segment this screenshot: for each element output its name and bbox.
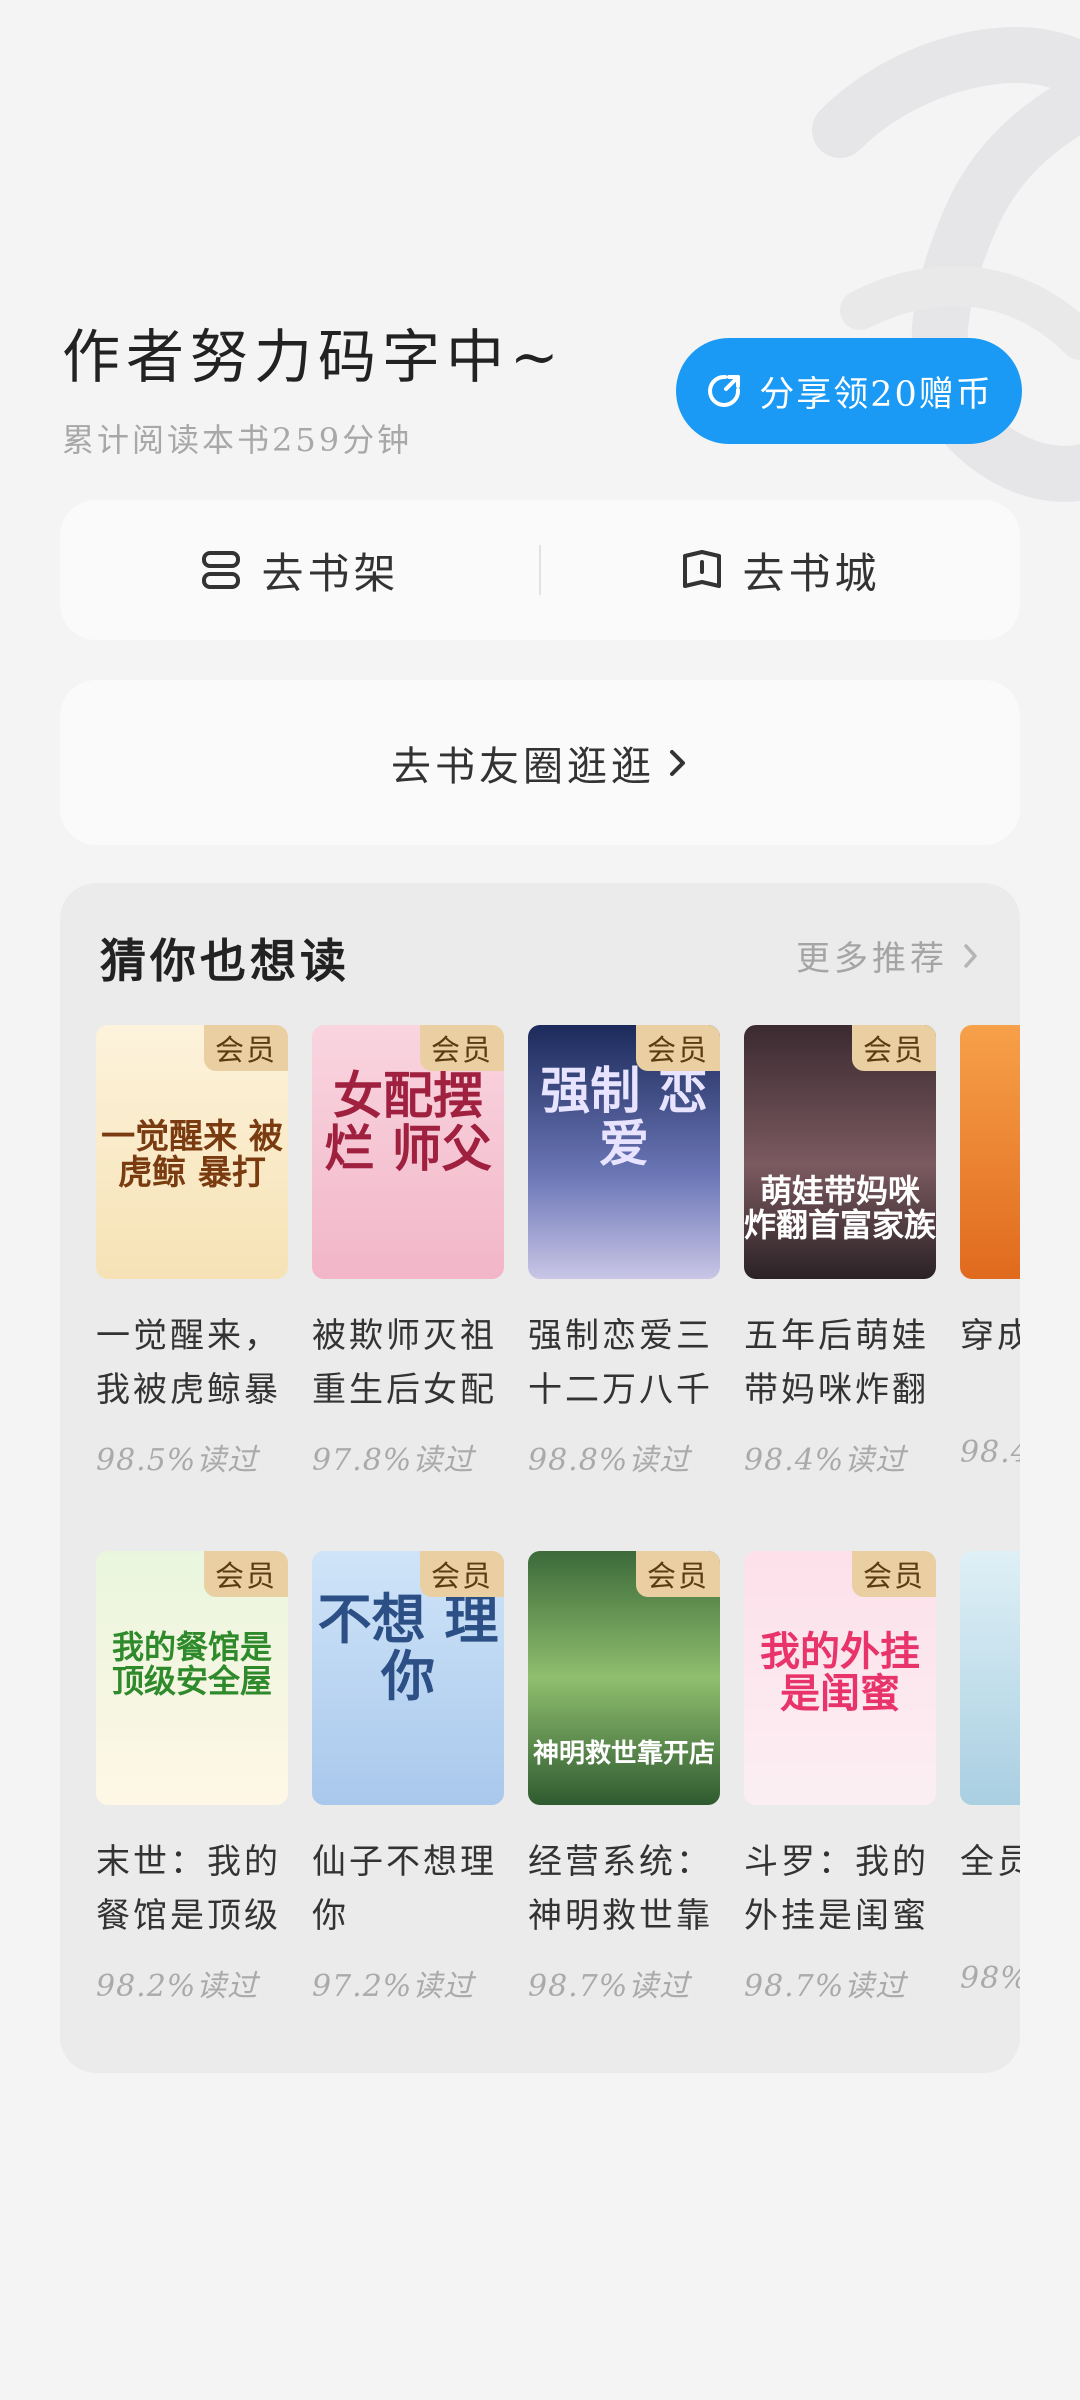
go-bookshelf-button[interactable]: 去书架 [60,540,539,601]
bookshelf-icon [199,548,243,592]
book-card[interactable]: 萌娃带妈咪 炸翻首富家族 会员 五年后萌娃带妈咪炸翻 98.4%读过 [744,1025,936,1479]
book-circle-button[interactable]: 去书友圈逛逛 [60,680,1020,845]
book-card[interactable]: 女配摆烂 师父 会员 被欺师灭祖重生后女配 97.8%读过 [312,1025,504,1479]
book-title: 全员场， [960,1842,1020,1882]
book-circle-label: 去书友圈逛逛 [391,743,655,790]
book-cover: 我的餐馆是 顶级安全屋 会员 [96,1551,288,1805]
read-rate: 98.7%读过 [528,1969,691,2004]
book-cover [960,1551,1020,1805]
read-rate: 98.5%读过 [96,1443,259,1478]
book-title: 斗罗：我的外挂是闺蜜 [744,1842,929,1936]
book-cover: 萌娃带妈咪 炸翻首富家族 会员 [744,1025,936,1279]
book-card[interactable]: 不想 理你 会员 仙子不想理你 97.2%读过 [312,1551,504,2005]
cover-text: 女配摆烂 师父 [324,1066,492,1178]
vip-badge: 会员 [636,1551,720,1597]
book-title: 末世：我的餐馆是顶级 [96,1842,281,1936]
vip-badge: 会员 [852,1025,936,1071]
read-rate: 98.4%读过 [744,1443,907,1478]
book-title: 经营系统：神明救世靠 [528,1842,713,1936]
book-card[interactable]: 我的餐馆是 顶级安全屋 会员 末世：我的餐馆是顶级 98.2%读过 [96,1551,288,2005]
vip-badge: 会员 [636,1025,720,1071]
cover-text: 我的外挂 是闺蜜 [760,1628,920,1717]
go-bookshelf-label: 去书架 [261,548,400,598]
read-rate: 98.2%读过 [96,1969,259,2004]
book-title: 强制恋爱三十二万八千 [528,1316,713,1410]
vip-badge: 会员 [420,1551,504,1597]
cover-text: 不想 理你 [317,1587,499,1708]
vip-badge: 会员 [420,1025,504,1071]
bookstore-icon [680,548,724,592]
go-bookstore-button[interactable]: 去书城 [541,540,1020,601]
book-cover: 神明救世靠开店 会员 [528,1551,720,1805]
book-row: 我的餐馆是 顶级安全屋 会员 末世：我的餐馆是顶级 98.2%读过 不想 理你 … [96,1551,1020,2021]
reading-stats: 累计阅读本书259分钟 [62,421,413,459]
cover-text: 我 [960,1105,1020,1168]
book-title: 五年后萌娃带妈咪炸翻 [744,1316,929,1410]
book-cover: 我的外挂 是闺蜜 会员 [744,1551,936,1805]
book-title: 被欺师灭祖重生后女配 [312,1316,497,1410]
book-cover: 女配摆烂 师父 会员 [312,1025,504,1279]
recommend-section: 猜你也想读 更多推荐 一觉醒来 被虎鲸 暴打 会员 一觉醒来，我被虎鲸暴 98.… [60,883,1020,2073]
cover-text: 我的餐馆是 顶级安全屋 [111,1628,272,1700]
read-rate: 98% [960,1961,1020,1996]
book-card[interactable]: 强制 恋爱 会员 强制恋爱三十二万八千 98.8%读过 [528,1025,720,1479]
go-bookstore-label: 去书城 [742,548,881,598]
chevron-right-icon [962,942,980,970]
vip-badge: 会员 [852,1551,936,1597]
book-card[interactable]: 一觉醒来 被虎鲸 暴打 会员 一觉醒来，我被虎鲸暴 98.5%读过 [96,1025,288,1479]
share-button[interactable]: 分享领20赠币 [676,338,1022,444]
cover-text: 萌娃带妈咪 炸翻首富家族 [744,1172,936,1244]
book-card[interactable]: 我 穿成我火 98.4 [960,1025,1020,1470]
share-icon [705,372,743,410]
update-status-title: 作者努力码字中~ [62,323,565,391]
chevron-right-icon [667,747,689,779]
vip-badge: 会员 [204,1551,288,1597]
recommend-title: 猜你也想读 [100,934,350,988]
read-rate: 97.8%读过 [312,1443,475,1478]
book-cover: 不想 理你 会员 [312,1551,504,1805]
book-title: 仙子不想理你 [312,1842,497,1936]
book-cover: 一觉醒来 被虎鲸 暴打 会员 [96,1025,288,1279]
book-title: 穿成我火 [960,1316,1020,1356]
more-recommend-label: 更多推荐 [796,939,948,979]
cover-text: 一觉醒来 被虎鲸 暴打 [101,1117,283,1193]
book-row: 一觉醒来 被虎鲸 暴打 会员 一觉醒来，我被虎鲸暴 98.5%读过 女配摆烂 师… [96,1025,1020,1495]
more-recommend-link[interactable]: 更多推荐 [796,931,980,980]
vip-badge: 会员 [204,1025,288,1071]
read-rate: 97.2%读过 [312,1969,475,2004]
book-card[interactable]: 全员场， 98% [960,1551,1020,1996]
cover-text: 强制 恋爱 [540,1061,708,1173]
book-title: 一觉醒来，我被虎鲸暴 [96,1316,281,1410]
read-rate: 98.4 [960,1435,1020,1470]
header: 作者努力码字中~ 累计阅读本书259分钟 分享领20赠币 [62,310,1022,470]
book-card[interactable]: 神明救世靠开店 会员 经营系统：神明救世靠 98.7%读过 [528,1551,720,2005]
nav-card: 去书架 去书城 [60,500,1020,640]
cover-text: 神明救世靠开店 [532,1739,715,1769]
book-cover: 强制 恋爱 会员 [528,1025,720,1279]
read-rate: 98.7%读过 [744,1969,907,2004]
read-rate: 98.8%读过 [528,1443,691,1478]
book-card[interactable]: 我的外挂 是闺蜜 会员 斗罗：我的外挂是闺蜜 98.7%读过 [744,1551,936,2005]
share-button-label: 分享领20赠币 [759,374,993,415]
book-cover: 我 [960,1025,1020,1279]
